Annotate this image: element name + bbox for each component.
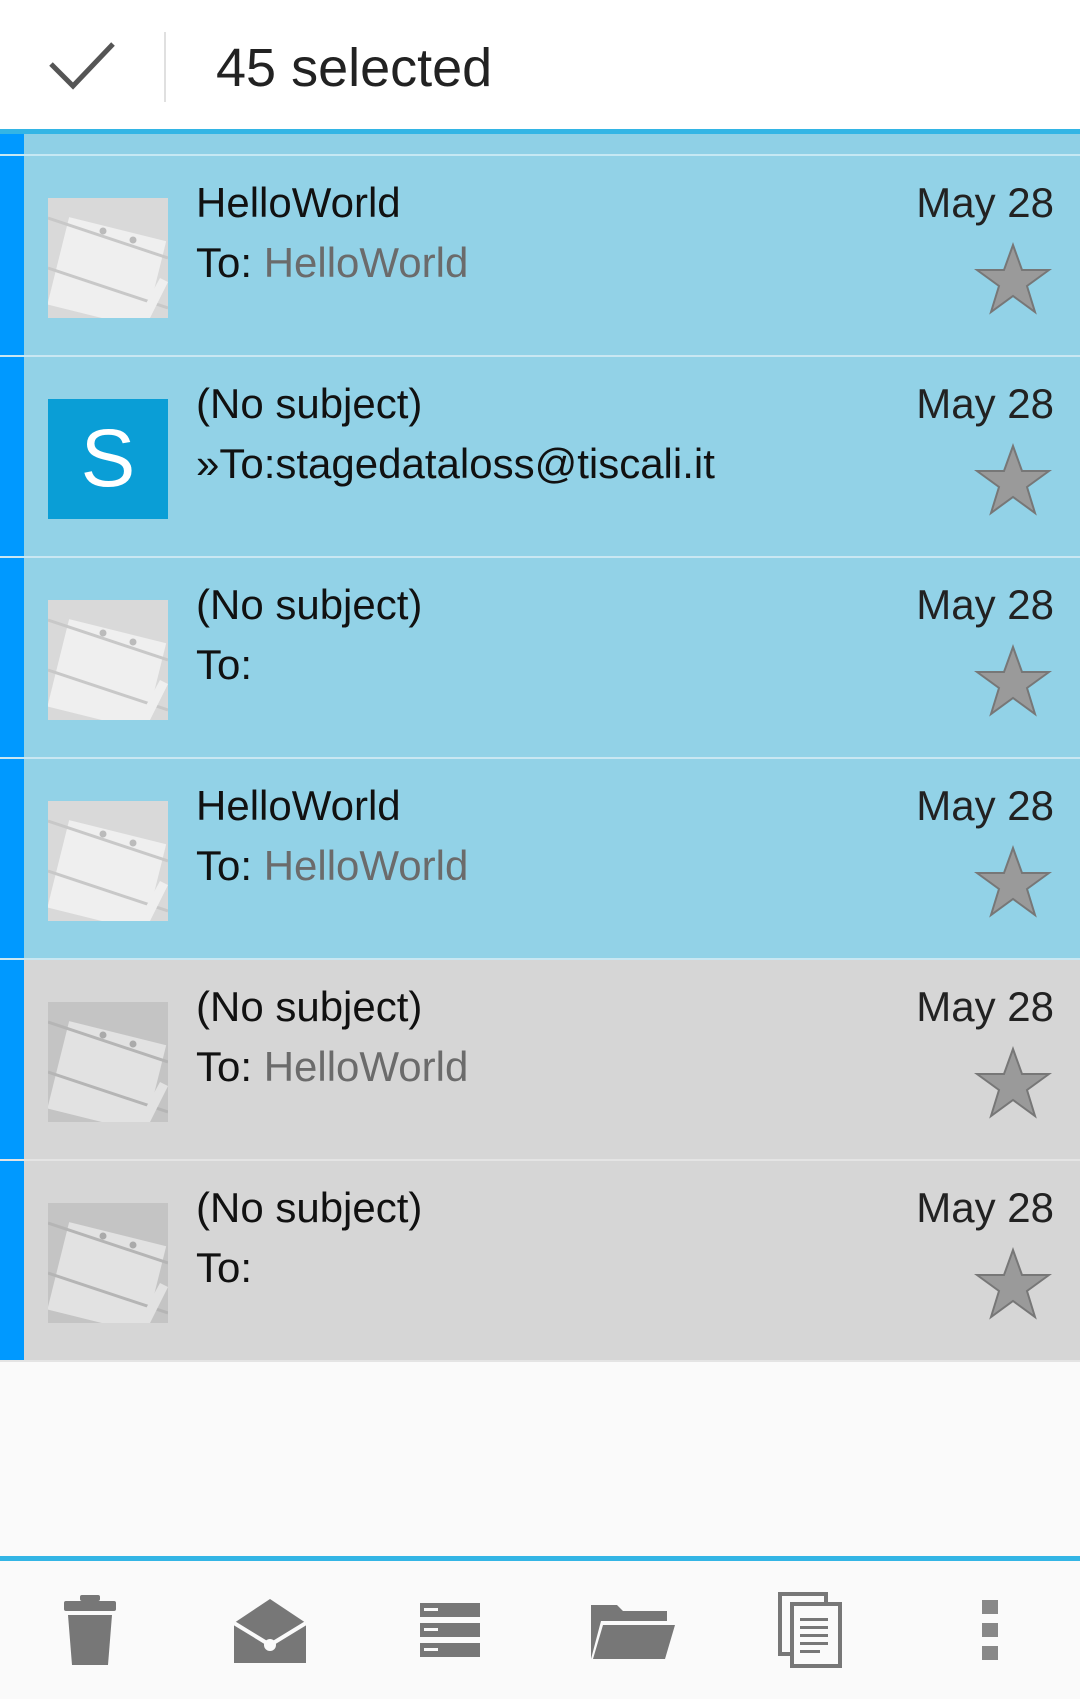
message-date: May 28 [916,782,1054,829]
android-avatar-icon[interactable] [47,1203,169,1332]
overflow-menu-icon [982,1600,998,1660]
copy-icon [778,1592,842,1668]
message-date: May 28 [916,983,1054,1030]
star-icon[interactable] [974,644,1052,718]
selection-count: 45 selected [216,38,493,98]
selection-indicator [0,1161,24,1360]
copy-button[interactable] [760,1561,860,1699]
done-button[interactable] [0,0,164,129]
stack-icon [420,1603,480,1657]
message-row[interactable]: (No subject) To: May 28 [0,1161,1080,1362]
selection-indicator [0,357,24,556]
divider [164,32,166,102]
android-avatar-icon[interactable] [47,600,169,729]
letter-avatar[interactable]: S [48,399,168,519]
list-row-partial[interactable] [0,134,1080,156]
android-avatar-icon[interactable] [47,801,169,930]
mark-read-icon [232,1599,308,1663]
overflow-menu-button[interactable] [940,1561,1040,1699]
checkmark-icon [49,41,115,90]
message-date: May 28 [916,380,1054,427]
stack-button[interactable] [400,1561,500,1699]
bottom-action-bar [0,1556,1080,1699]
message-row[interactable]: (No subject) To: HelloWorld May 28 [0,960,1080,1161]
selection-indicator [0,156,24,355]
message-subject: (No subject) [196,380,423,427]
move-to-folder-button[interactable] [578,1561,688,1699]
android-avatar-icon[interactable] [47,1002,169,1131]
message-subject: HelloWorld [196,179,401,226]
message-row[interactable]: (No subject) To: May 28 [0,558,1080,759]
message-subject: HelloWorld [196,782,401,829]
delete-button[interactable] [40,1561,140,1699]
selection-indicator [0,960,24,1159]
message-row[interactable]: HelloWorld To: HelloWorld May 28 [0,759,1080,960]
message-date: May 28 [916,179,1054,226]
message-subject: (No subject) [196,983,423,1030]
action-bar: 45 selected [0,0,1080,134]
selection-indicator [0,558,24,757]
star-icon[interactable] [974,242,1052,316]
folder-icon [591,1605,675,1659]
selection-indicator [0,134,24,154]
message-recipient: To: [196,641,253,688]
star-icon[interactable] [974,1247,1052,1321]
android-avatar-icon[interactable] [47,198,169,327]
message-subject: (No subject) [196,1184,423,1231]
star-icon[interactable] [974,1046,1052,1120]
message-list: HelloWorld To: HelloWorld May 28 S (No s… [0,134,1080,1362]
message-recipient: To: HelloWorld [196,842,469,889]
trash-icon [64,1595,116,1665]
message-row[interactable]: S (No subject) »To:stagedataloss@tiscali… [0,357,1080,558]
message-recipient: To: [196,1244,253,1291]
star-icon[interactable] [974,443,1052,517]
message-recipient: To: HelloWorld [196,239,469,286]
selection-indicator [0,759,24,958]
mark-read-button[interactable] [220,1561,320,1699]
message-date: May 28 [916,1184,1054,1231]
message-date: May 28 [916,581,1054,628]
star-icon[interactable] [974,845,1052,919]
message-row[interactable]: HelloWorld To: HelloWorld May 28 [0,156,1080,357]
message-recipient: To: HelloWorld [196,1043,469,1090]
message-subject: (No subject) [196,581,423,628]
message-recipient: »To:stagedataloss@tiscali.it [196,440,715,487]
